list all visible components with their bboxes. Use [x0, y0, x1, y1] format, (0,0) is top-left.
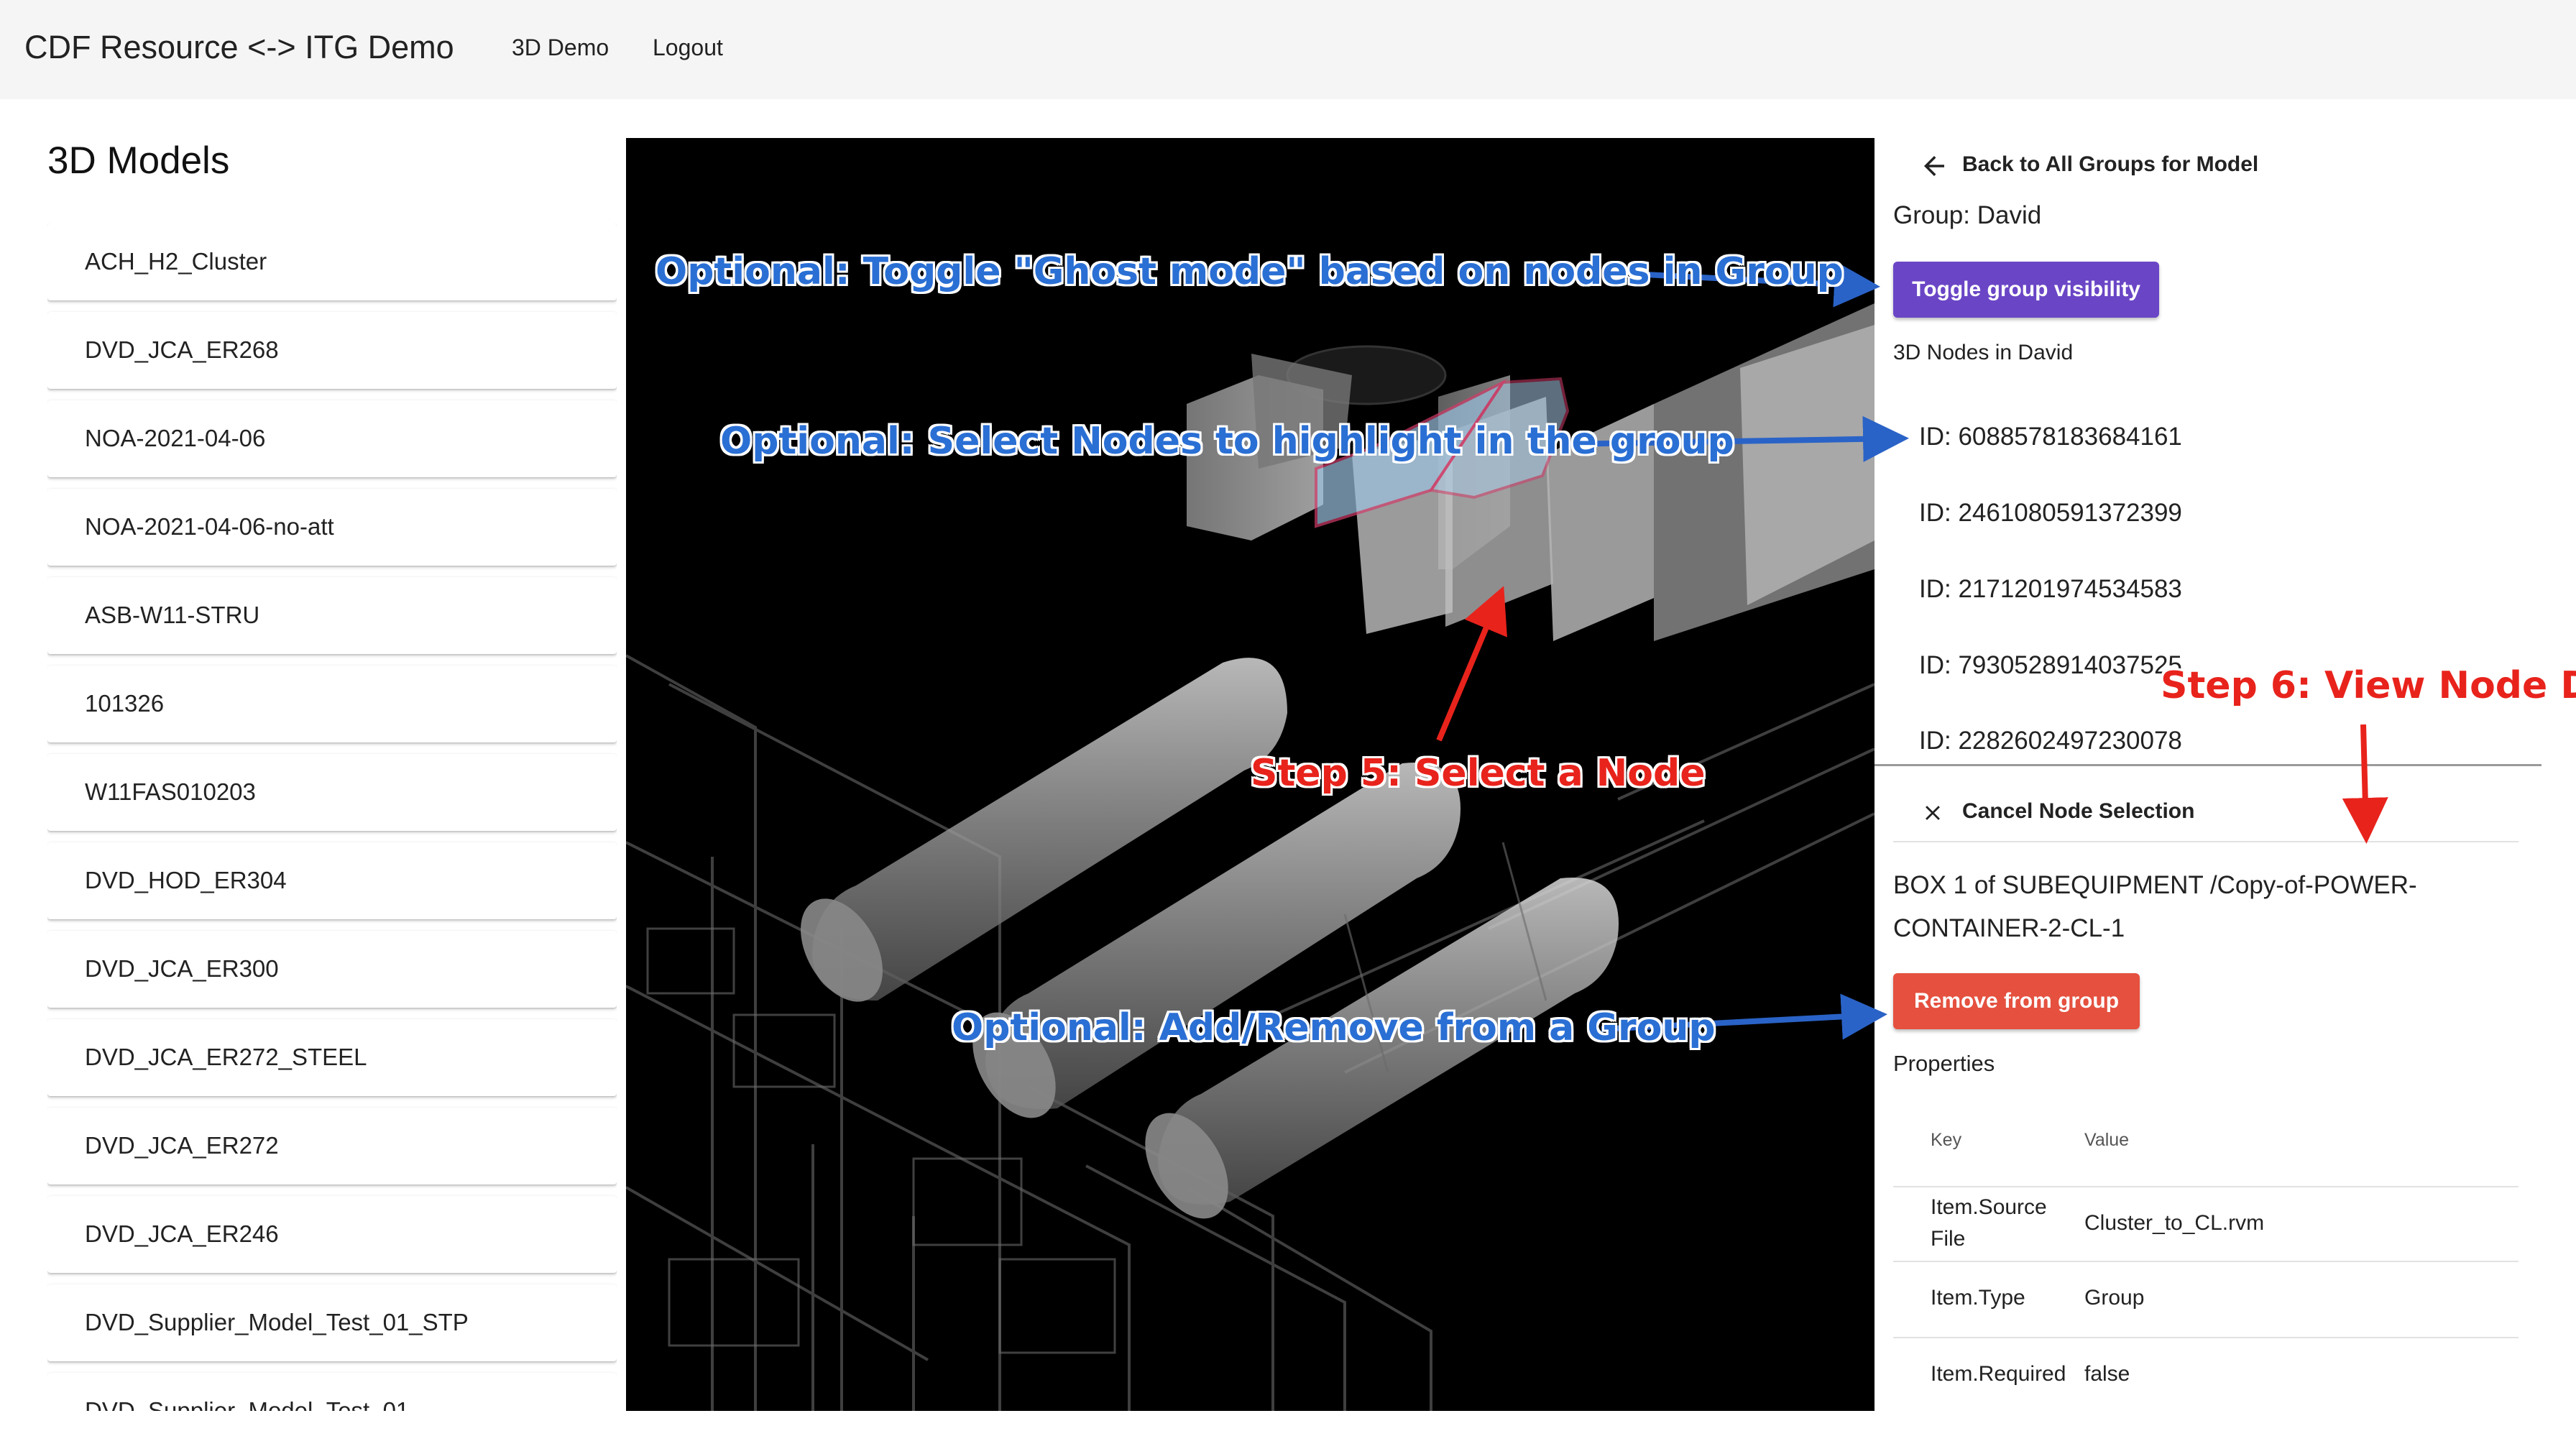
cylinders	[801, 658, 1619, 1219]
group-name: Group: David	[1893, 201, 2042, 229]
property-key: Item.Source File	[1931, 1195, 2047, 1251]
model-name: DVD_HOD_ER304	[85, 867, 287, 893]
node-list-item[interactable]: ID: 2461080591372399	[1919, 499, 2182, 528]
model-list-item[interactable]: NOA-2021-04-06-no-att	[47, 489, 617, 566]
model-list-item[interactable]: DVD_HOD_ER304	[47, 842, 617, 919]
annotation-add-remove: Optional: Add/Remove from a Group	[952, 1006, 1716, 1049]
model-list-item[interactable]: ASB-W11-STRU	[47, 577, 617, 654]
node-list-item[interactable]: ID: 2282602497230078	[1919, 727, 2182, 755]
nodes-section-title: 3D Nodes in David	[1893, 341, 2074, 364]
arrow-left-icon	[1924, 156, 1944, 176]
close-icon	[1926, 806, 1940, 820]
model-list-item[interactable]: DVD_JCA_ER246	[47, 1196, 617, 1273]
model-list-item[interactable]: DVD_JCA_ER300	[47, 931, 617, 1008]
model-name: DVD_JCA_ER246	[85, 1220, 279, 1247]
model-name: DVD_JCA_ER268	[85, 336, 279, 363]
model-list-item[interactable]: DVD_Supplier_Model_Test_01	[47, 1373, 617, 1411]
model-list-item[interactable]: DVD_JCA_ER268	[47, 312, 617, 389]
model-name: NOA-2021-04-06	[85, 425, 266, 451]
node-list-item[interactable]: ID: 7930528914037525	[1919, 651, 2182, 680]
subsection-divider	[1893, 841, 2518, 842]
table-header-key: Key	[1931, 1130, 1962, 1150]
model-name: NOA-2021-04-06-no-att	[85, 513, 334, 540]
nav-logout-link[interactable]: Logout	[653, 34, 723, 61]
model-list: ACH_H2_Cluster DVD_JCA_ER268 NOA-2021-04…	[47, 224, 617, 1411]
table-header-value: Value	[2084, 1130, 2130, 1150]
model-list-item[interactable]: DVD_Supplier_Model_Test_01_STP	[47, 1284, 617, 1361]
node-list-item[interactable]: ID: 2171201974534583	[1919, 575, 2182, 604]
model-name: DVD_JCA_ER272	[85, 1132, 279, 1159]
property-value: false	[2084, 1362, 2130, 1386]
nav-3d-demo-link[interactable]: 3D Demo	[512, 34, 609, 61]
model-name: DVD_JCA_ER272_STEEL	[85, 1044, 367, 1070]
section-divider	[1874, 764, 2542, 766]
annotation-ghost-mode: Optional: Toggle "Ghost mode" based on n…	[656, 250, 1844, 293]
annotation-step5: Step 5: Select a Node	[1251, 752, 1706, 795]
property-value: Cluster_to_CL.rvm	[2084, 1211, 2265, 1235]
property-key: Item.Required	[1931, 1362, 2066, 1386]
properties-title: Properties	[1893, 1051, 1995, 1076]
top-app-bar: CDF Resource <-> ITG Demo 3D Demo Logout	[0, 0, 2576, 99]
model-name: 101326	[85, 690, 165, 717]
model-list-item[interactable]: DVD_JCA_ER272_STEEL	[47, 1019, 617, 1096]
node-list-item[interactable]: ID: 6088578183684161	[1919, 423, 2182, 451]
model-list-item[interactable]: DVD_JCA_ER272	[47, 1108, 617, 1184]
model-name: DVD_Supplier_Model_Test_01_STP	[85, 1309, 469, 1335]
back-link-label: Back to All Groups for Model	[1962, 152, 2259, 176]
model-list-item[interactable]: 101326	[47, 666, 617, 742]
table-row-divider	[1893, 1337, 2518, 1338]
property-key: Item.Type	[1931, 1286, 2025, 1310]
model-name: DVD_JCA_ER300	[85, 955, 279, 982]
model-name: ACH_H2_Cluster	[85, 248, 267, 275]
annotation-step6: Step 6: View Node Data	[2161, 664, 2576, 707]
model-list-item[interactable]: ACH_H2_Cluster	[47, 224, 617, 300]
property-value: Group	[2084, 1286, 2145, 1310]
cancel-link-label: Cancel Node Selection	[1962, 799, 2195, 823]
model-list-item[interactable]: NOA-2021-04-06	[47, 400, 617, 477]
model-name: W11FAS010203	[85, 778, 256, 805]
table-row-divider	[1893, 1261, 2518, 1262]
table-row-divider	[1893, 1186, 2518, 1187]
toggle-group-visibility-button[interactable]: Toggle group visibility	[1893, 262, 2159, 318]
remove-from-group-button[interactable]: Remove from group	[1893, 973, 2140, 1029]
model-name: ASB-W11-STRU	[85, 602, 260, 628]
app-title: CDF Resource <-> ITG Demo	[24, 29, 454, 65]
models-panel-title: 3D Models	[47, 139, 230, 182]
selected-node-name: BOX 1 of SUBEQUIPMENT /Copy-of-POWER-CON…	[1893, 871, 2417, 942]
annotation-select-nodes: Optional: Select Nodes to highlight in t…	[720, 420, 1734, 463]
model-name: DVD_Supplier_Model_Test_01	[85, 1397, 410, 1411]
model-list-item[interactable]: W11FAS010203	[47, 754, 617, 831]
